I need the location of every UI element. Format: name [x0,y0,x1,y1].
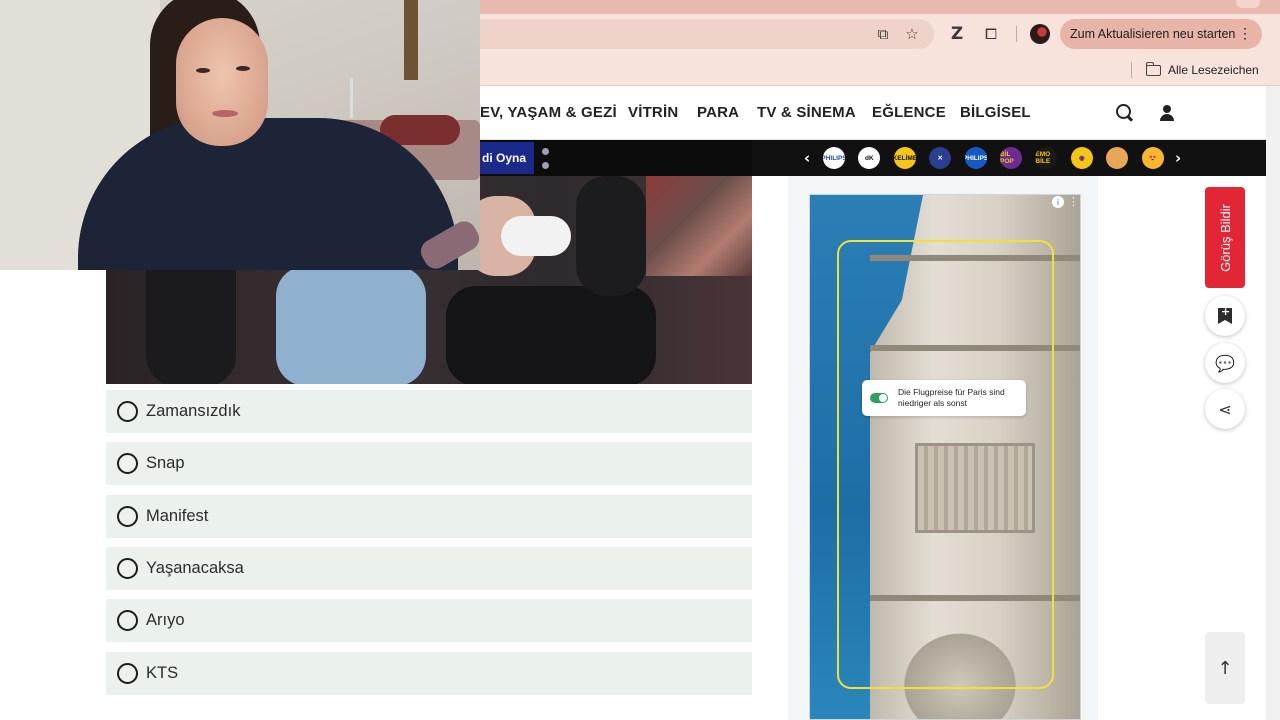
ad-info-icon[interactable]: i [1052,196,1064,208]
dancer-figure [576,176,646,296]
share-icon: ⋖ [1218,399,1232,419]
quiz-option-label: Manifest [146,507,209,525]
share-button[interactable]: ⋖ [1205,389,1245,429]
quiz-option[interactable]: Snap [106,442,752,485]
webcam-person-face [176,18,268,146]
bookmarks-divider [1131,62,1132,78]
arrow-up-icon: ↑ [1217,657,1233,679]
feedback-label: Görüş Bildir [1217,203,1233,272]
bil-pop-icon[interactable]: BİL POP [1000,147,1022,169]
games-next-chevron-icon[interactable]: › [1175,149,1181,167]
comments-icon: 💬 [1215,353,1235,373]
quiz-option-label: Arıyo [146,611,185,629]
extensions-puzzle-icon[interactable]: ⧠ [979,22,1003,46]
feedback-button[interactable]: Görüş Bildir [1205,187,1245,288]
webcam-overlay [0,0,480,270]
heart-eyes-emoji-icon[interactable]: 😍 [1141,147,1164,169]
ad-notification: Die Flugpreise für Paris sind niedriger … [862,380,1026,416]
webcam-person-mouth [212,110,238,117]
restart-to-update-button[interactable]: Zum Aktualisieren neu starten ⋮ [1060,19,1262,49]
radio-button[interactable] [117,453,138,474]
carousel-dot[interactable] [542,148,549,155]
quiz-option[interactable]: Arıyo [106,599,752,642]
painting-background [646,176,752,276]
gamepad-icon[interactable]: ◉ [1070,147,1093,169]
nav-item-tv-sinema[interactable]: TV & SİNEMA [757,104,856,121]
scroll-to-top-button[interactable]: ↑ [1205,632,1245,704]
philips-blue-icon[interactable]: PHILIPS [964,147,987,169]
nav-item-ev-yasam-gezi[interactable]: EV, YAŞAM & GEZİ [480,104,617,121]
quiz-option[interactable]: Manifest [106,495,752,538]
nav-item-para[interactable]: PARA [697,104,739,121]
carousel-dot[interactable] [542,162,549,169]
dancer-figure [446,286,656,384]
toggle-switch-icon [870,393,888,403]
quiz-option[interactable]: KTS [106,652,752,695]
webcam-lamp [350,78,353,118]
ad-more-icon[interactable]: ⋮ [1068,195,1079,208]
dancer-figure [276,266,426,384]
ad-highlight-frame [837,240,1054,689]
search-icon[interactable] [1116,104,1134,122]
all-bookmarks-button[interactable]: Alle Lesezeichen [1145,60,1259,80]
save-bookmark-button[interactable] [1205,296,1245,336]
webcam-door [404,0,418,80]
profile-avatar[interactable] [1030,24,1050,44]
quiz-option-label: Yaşanacaksa [146,559,244,577]
restart-label: Zum Aktualisieren neu starten [1070,27,1236,41]
ad-notification-text: Die Flugpreise für Paris sind niedriger … [898,387,1005,408]
comments-button[interactable]: 💬 [1205,343,1245,383]
install-app-icon[interactable]: ⧉ [871,22,895,46]
nav-item-vitrin[interactable]: VİTRİN [628,104,678,121]
dancer-figure [501,216,571,256]
radio-button[interactable] [117,663,138,684]
philips-icon[interactable]: PHILIPS [823,147,845,169]
play-game-button[interactable]: di Oyna [480,142,534,174]
all-bookmarks-label: Alle Lesezeichen [1168,63,1259,77]
quiz-option-label: Snap [146,454,185,472]
webcam-person-eye [236,66,250,71]
webcam-person-eye [196,68,210,73]
radio-button[interactable] [117,506,138,527]
page-scrollbar[interactable] [1266,86,1280,720]
address-bar[interactable] [480,19,934,49]
bookmark-star-icon[interactable]: ☆ [900,22,924,46]
extension-z-icon[interactable]: Z [945,22,969,46]
toolbar-divider [1016,26,1017,42]
bookmark-add-icon [1218,308,1232,324]
quiz-option-label: Zamansızdık [146,402,241,420]
quiz-option[interactable]: Yaşanacaksa [106,547,752,590]
kelime-icon[interactable]: KELİME [893,147,916,169]
user-account-icon[interactable] [1160,105,1174,121]
quiz-option[interactable]: Zamansızdık [106,390,752,433]
radio-button[interactable] [117,401,138,422]
window-control[interactable] [1236,0,1260,8]
folder-icon [1145,61,1161,76]
radio-button[interactable] [117,610,138,631]
nav-item-bilgisel[interactable]: BİLGİSEL [960,104,1031,121]
more-menu-icon[interactable]: ⋮ [1238,25,1252,42]
nav-item-eglence[interactable]: EĞLENCE [872,104,946,121]
radio-button[interactable] [117,558,138,579]
games-prev-chevron-icon[interactable]: ‹ [804,149,810,167]
quiz-option-label: KTS [146,664,179,682]
